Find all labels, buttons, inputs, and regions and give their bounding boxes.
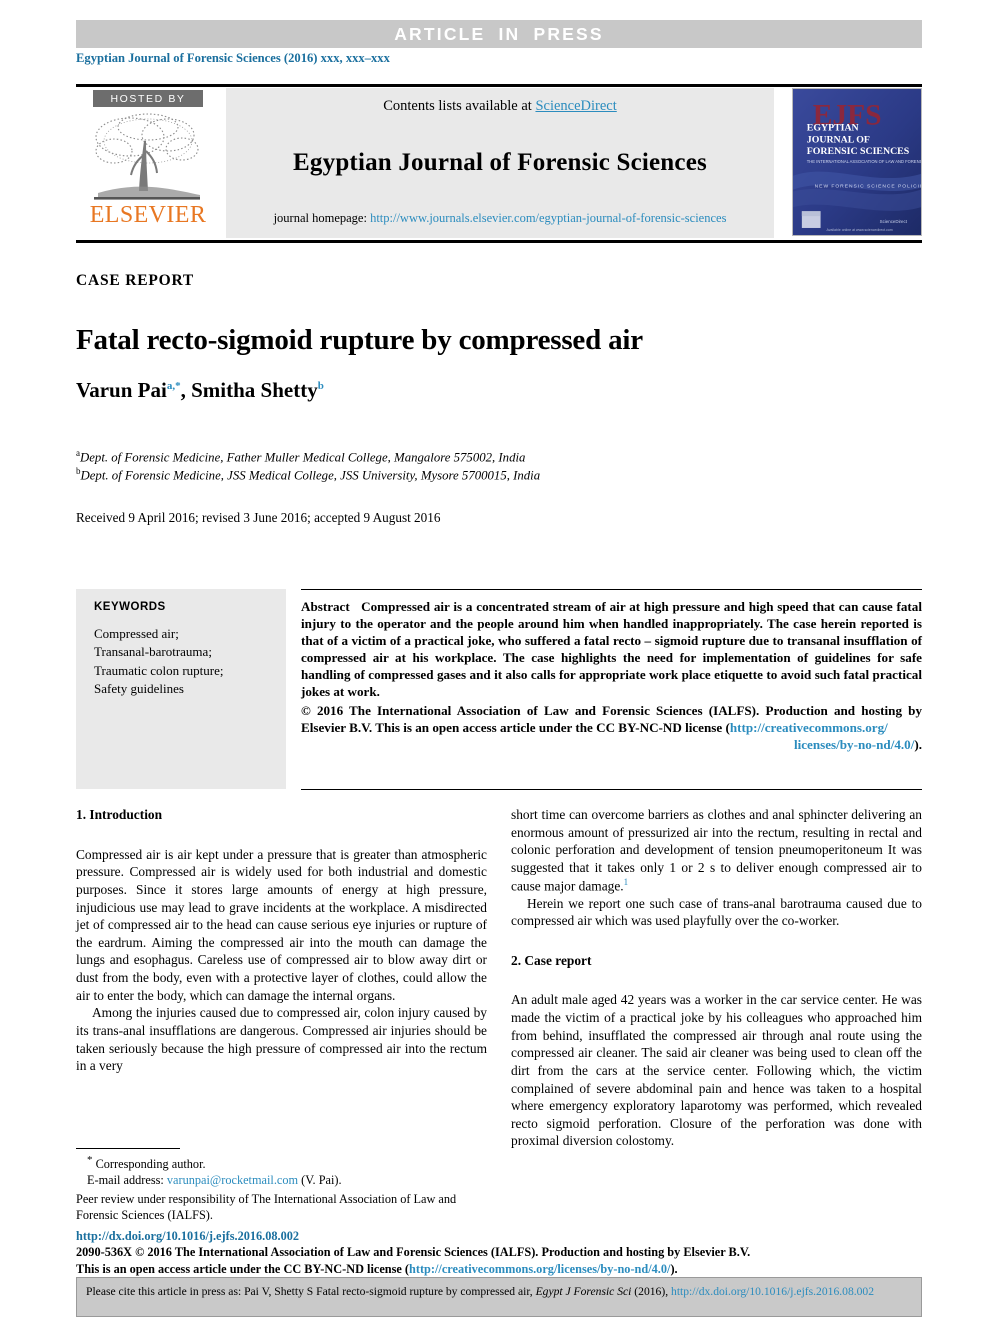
peer-review-note: Peer review under responsibility of The … (76, 1192, 457, 1223)
article-in-press-banner: ARTICLE IN PRESS (76, 20, 922, 48)
header-rule-bottom (76, 240, 922, 243)
svg-text:Available online at www.scienc: Available online at www.sciencedirect.co… (826, 228, 892, 232)
email-note: E-mail address: varunpai@rocketmail.com … (76, 1173, 487, 1189)
paragraph: Compressed air is air kept under a press… (76, 846, 487, 1003)
journal-reference-line: Egyptian Journal of Forensic Sciences (2… (76, 51, 390, 65)
journal-title: Egyptian Journal of Forensic Sciences (293, 149, 707, 176)
keyword-item: Transanal-barotrauma; (94, 644, 212, 660)
article-in-press-label: ARTICLE IN PRESS (394, 23, 604, 44)
license-line-post: ). (670, 1261, 678, 1276)
keyword-item: Compressed air; (94, 626, 179, 641)
paragraph: An adult male aged 42 years was a worker… (511, 992, 922, 1149)
license-line-pre: This is an open access article under the… (76, 1261, 410, 1276)
author-name-1: Varun Pai (76, 378, 167, 402)
affiliation-text-a: Dept. of Forensic Medicine, Father Mulle… (80, 450, 526, 465)
journal-header-band: HOSTED BY ELSEVIER Contents lists availa… (76, 88, 922, 238)
publisher-block: http://dx.doi.org/10.1016/j.ejfs.2016.08… (76, 1228, 922, 1277)
hosted-by-badge: HOSTED BY (93, 90, 203, 107)
sciencedirect-link[interactable]: ScienceDirect (535, 98, 616, 114)
paragraph: Herein we report one such case of trans-… (511, 895, 922, 929)
cite-prefix: Please cite this article in press as: Pa… (86, 1285, 536, 1298)
keywords-box: KEYWORDS Compressed air; Transanal-barot… (76, 589, 286, 789)
svg-text:FORENSIC SCIENCES: FORENSIC SCIENCES (807, 146, 910, 157)
section-heading-introduction: 1. Introduction (76, 807, 163, 822)
footnote-rule (76, 1148, 180, 1149)
page-title: Fatal recto-sigmoid rupture by compresse… (76, 324, 643, 357)
article-type-label: CASE REPORT (76, 272, 195, 289)
paragraph-continued: short time can overcome barriers as clot… (511, 806, 922, 895)
issn-copyright-line: 2090-536X © 2016 The International Assoc… (76, 1245, 751, 1260)
svg-text:NEW FORENSIC SCIENCE POLICIES: NEW FORENSIC SCIENCE POLICIES ISSUED (815, 184, 921, 190)
author-marks-1: a,* (166, 380, 181, 392)
cite-year: (2016), (631, 1285, 672, 1298)
author-marks-2: b (317, 380, 324, 392)
affiliation-item: aDept. of Forensic Medicine, Father Mull… (76, 448, 906, 466)
copyright-post: ). (914, 737, 922, 753)
abstract-rule-bottom (301, 789, 922, 790)
cite-journal-abbrev: Egypt J Forensic Sci (535, 1285, 632, 1298)
corresponding-author-text: Corresponding author. (95, 1157, 206, 1172)
asterisk-icon: * (87, 1154, 93, 1166)
citation-ref[interactable]: 1 (624, 877, 629, 887)
email-link[interactable]: varunpai@rocketmail.com (167, 1173, 298, 1187)
journal-homepage-line: journal homepage: http://www.journals.el… (226, 211, 774, 226)
header-rule-top (76, 84, 922, 87)
license-link-head[interactable]: http://creativecommons.org/ (730, 720, 888, 735)
author-name-2: Smitha Shetty (191, 378, 318, 402)
paragraph: Among the injuries caused due to compres… (76, 1005, 487, 1074)
elsevier-wordmark: ELSEVIER (89, 202, 207, 228)
affiliation-text-b: Dept. of Forensic Medicine, JSS Medical … (80, 467, 541, 482)
journal-cover-thumbnail: EJFS EGYPTIAN JOURNAL OF FORENSIC SCIENC… (792, 88, 922, 236)
cite-doi-link-tail[interactable]: ejfs.2016.08.002 (796, 1285, 874, 1298)
keyword-item: Traumatic colon rupture; (94, 662, 224, 678)
citation-instruction-box: Please cite this article in press as: Pa… (76, 1277, 922, 1317)
contents-prefix: Contents lists available at (383, 98, 536, 114)
svg-text:EGYPTIAN: EGYPTIAN (807, 122, 859, 133)
email-label: E-mail address: (87, 1173, 167, 1188)
keywords-list: Compressed air; Transanal-barotrauma; Tr… (94, 625, 286, 699)
abstract-text: Compressed air is a concentrated stream … (301, 599, 922, 700)
creative-commons-link[interactable]: http://creativecommons.org/licenses/by-n… (409, 1262, 670, 1276)
affiliation-list: aDept. of Forensic Medicine, Father Mull… (76, 448, 906, 483)
elsevier-tree-icon (90, 111, 206, 203)
svg-text:THE INTERNATIONAL ASSOCIATION: THE INTERNATIONAL ASSOCIATION OF LAW AND… (807, 159, 921, 164)
abstract-label: Abstract (301, 599, 350, 614)
cite-doi-link-head[interactable]: http://dx.doi.org/10.1016/j. (671, 1285, 796, 1298)
publisher-logo-block: HOSTED BY ELSEVIER (76, 88, 220, 238)
abstract-copyright: © 2016 The International Association of … (301, 702, 922, 753)
affiliation-item: bDept. of Forensic Medicine, JSS Medical… (76, 466, 906, 484)
svg-text:ScienceDirect: ScienceDirect (880, 219, 908, 224)
body-column-left: 1. Introduction Compressed air is air ke… (76, 806, 487, 1075)
license-link-tail[interactable]: licenses/by-no-nd/4.0/ (794, 737, 914, 752)
body-column-right: short time can overcome barriers as clot… (511, 806, 922, 1150)
journal-info-panel: Contents lists available at ScienceDirec… (226, 88, 774, 238)
abstract-block: Abstract Compressed air is a concentrate… (301, 598, 922, 753)
article-page: ARTICLE IN PRESS Egyptian Journal of For… (0, 0, 992, 1323)
corresponding-author-note: * Corresponding author. (76, 1153, 487, 1173)
license-line: This is an open access article under the… (76, 1261, 922, 1277)
article-history-dates: Received 9 April 2016; revised 3 June 20… (76, 510, 441, 525)
footnote-block: * Corresponding author. E-mail address: … (76, 1153, 487, 1224)
keywords-heading: KEYWORDS (94, 601, 166, 613)
journal-homepage-link[interactable]: http://www.journals.elsevier.com/egyptia… (370, 211, 726, 225)
svg-text:JOURNAL OF: JOURNAL OF (807, 134, 870, 145)
author-separator: , (180, 378, 192, 402)
abstract-rule-top (301, 589, 922, 590)
doi-link[interactable]: http://dx.doi.org/10.1016/j.ejfs.2016.08… (76, 1228, 922, 1244)
homepage-label: journal homepage: (273, 211, 371, 225)
contents-available-line: Contents lists available at ScienceDirec… (226, 98, 774, 115)
email-suffix: (V. Pai). (298, 1173, 342, 1188)
keyword-item: Safety guidelines (94, 681, 184, 697)
author-list: Varun Paia,*, Smitha Shettyb (76, 378, 324, 403)
license-tail-line: licenses/by-no-nd/4.0/). (301, 736, 922, 753)
section-heading-case-report: 2. Case report (511, 952, 592, 968)
paragraph-continued-text: short time can overcome barriers as clot… (511, 807, 922, 893)
